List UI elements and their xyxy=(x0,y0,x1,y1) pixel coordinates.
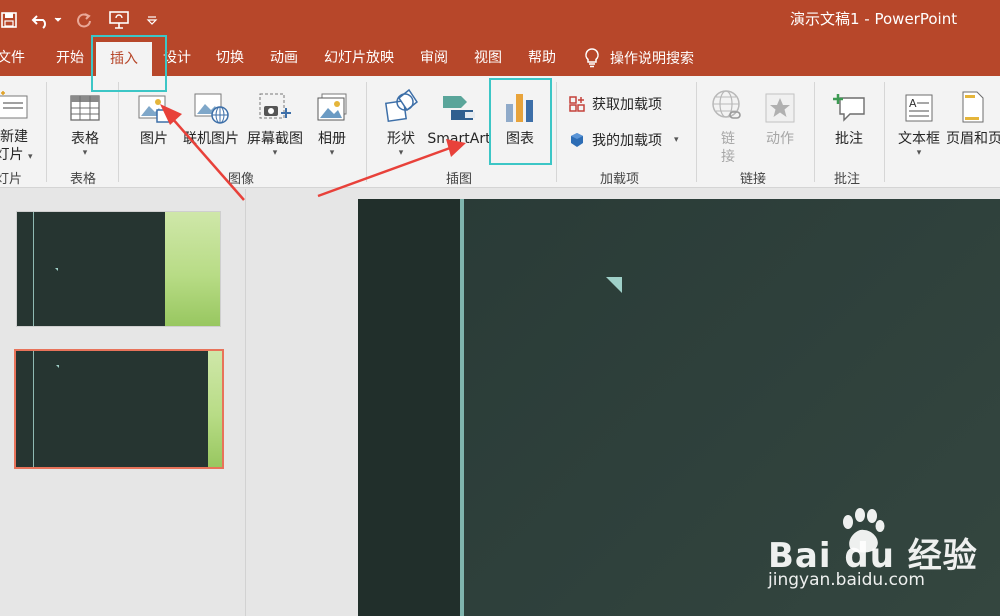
baidu-jingyan-watermark: Bai du 经验 jingyan.baidu.com xyxy=(768,508,998,608)
arrow-to-picture xyxy=(160,104,245,201)
watermark-url-text: jingyan.baidu.com xyxy=(768,570,925,590)
arrow-to-smartart xyxy=(317,139,466,198)
